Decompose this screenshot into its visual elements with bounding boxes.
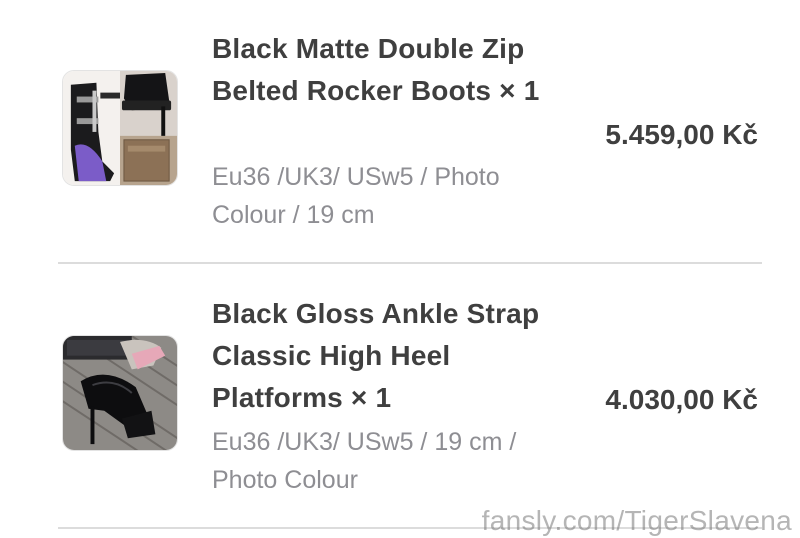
product-thumbnail[interactable] xyxy=(62,70,178,186)
item-price: 5.459,00 Kč xyxy=(605,119,758,150)
list-item: Black Matte Double Zip Belted Rocker Boo… xyxy=(0,28,800,262)
divider xyxy=(58,262,762,264)
item-variant: Eu36 /UK3/ USw5 / 19 cm / Photo Colour xyxy=(212,428,517,494)
product-thumbnail[interactable] xyxy=(62,335,178,451)
heels-product-photo-icon xyxy=(63,336,177,450)
watermark: fansly.com/TigerSlavena xyxy=(481,505,792,536)
item-name[interactable]: Black Matte Double Zip Belted Rocker Boo… xyxy=(212,28,542,112)
item-name[interactable]: Black Gloss Ankle Strap Classic High Hee… xyxy=(212,293,542,419)
list-item: Black Gloss Ankle Strap Classic High Hee… xyxy=(0,293,800,527)
order-summary: Black Matte Double Zip Belted Rocker Boo… xyxy=(0,0,800,538)
boots-product-photo-icon xyxy=(63,71,177,185)
item-price: 4.030,00 Kč xyxy=(605,384,758,415)
item-variant: Eu36 /UK3/ USw5 / Photo Colour / 19 cm xyxy=(212,163,500,229)
